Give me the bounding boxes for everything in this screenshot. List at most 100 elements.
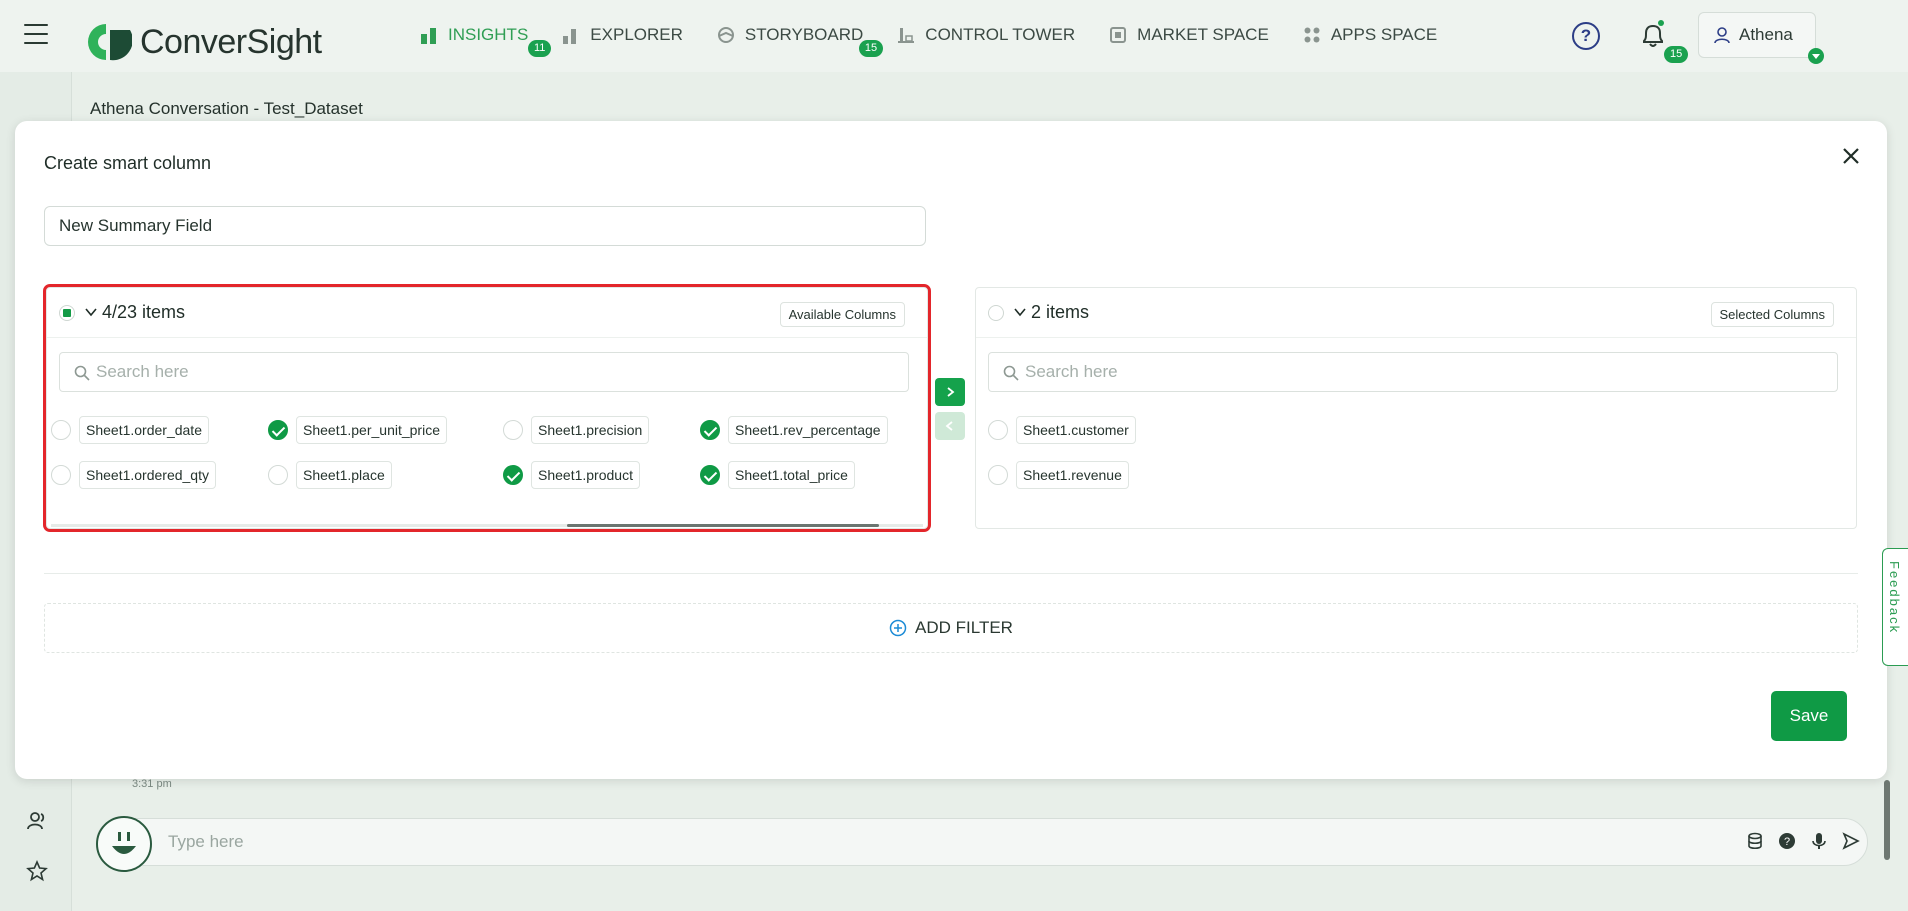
chat-input-placeholder[interactable]: Type here: [168, 832, 244, 852]
add-filter-label: ADD FILTER: [915, 618, 1013, 637]
column-checkbox[interactable]: [700, 465, 720, 485]
list-item[interactable]: Sheet1.customer: [988, 416, 1136, 444]
user-menu[interactable]: Athena: [1698, 12, 1824, 64]
column-chip: Sheet1.revenue: [1016, 461, 1129, 489]
selected-columns-header: 2 items Selected Columns: [976, 288, 1856, 338]
notification-badge: 15: [1664, 46, 1689, 63]
market-space-icon: [1110, 27, 1127, 43]
dialog-title: Create smart column: [44, 153, 212, 173]
help-icon[interactable]: ?: [1572, 22, 1600, 50]
available-count: 4/23 items: [102, 302, 186, 322]
notification-bell-icon[interactable]: [1640, 20, 1666, 50]
list-item[interactable]: Sheet1.rev_percentage: [700, 416, 888, 444]
column-chip: Sheet1.ordered_qty: [79, 461, 216, 489]
column-checkbox[interactable]: [503, 420, 523, 440]
smart-column-name-input[interactable]: [44, 206, 926, 246]
nav-insights-badge: 11: [528, 40, 552, 57]
nav-explorer[interactable]: EXPLORER: [562, 20, 683, 50]
user-icon: [1714, 27, 1730, 44]
available-columns-tag: Available Columns: [779, 302, 905, 327]
nav-control-tower-label: CONTROL TOWER: [925, 25, 1076, 44]
top-navigation-bar: ConverSight INSIGHTS 11 EXPLORER STORYBO…: [0, 0, 1908, 72]
column-chip: Sheet1.total_price: [728, 461, 855, 489]
list-item[interactable]: Sheet1.order_date: [51, 416, 209, 444]
nav-apps-space-label: APPS SPACE: [1330, 25, 1438, 44]
brand-logo[interactable]: ConverSight: [86, 20, 322, 64]
column-chip: Sheet1.product: [531, 461, 640, 489]
athena-avatar: [96, 816, 152, 872]
nav-explorer-label: EXPLORER: [590, 25, 683, 44]
chevron-down-icon[interactable]: [1014, 306, 1026, 318]
list-item[interactable]: Sheet1.revenue: [988, 461, 1129, 489]
storyboard-icon: [717, 27, 734, 43]
feedback-tab[interactable]: Feedback: [1882, 548, 1908, 666]
column-chip: Sheet1.rev_percentage: [728, 416, 888, 444]
add-filter-button[interactable]: ADD FILTER: [44, 603, 1858, 653]
nav-market-space-label: MARKET SPACE: [1137, 25, 1269, 44]
control-tower-icon: [898, 28, 915, 43]
nav-market-space[interactable]: MARKET SPACE: [1109, 20, 1269, 50]
nav-insights-label: INSIGHTS: [448, 25, 529, 44]
list-item[interactable]: Sheet1.product: [503, 461, 640, 489]
list-item[interactable]: Sheet1.per_unit_price: [268, 416, 447, 444]
column-checkbox[interactable]: [268, 465, 288, 485]
column-chip: Sheet1.precision: [531, 416, 650, 444]
microphone-icon[interactable]: [1810, 832, 1828, 850]
select-all-available-checkbox[interactable]: [59, 305, 75, 321]
apps-space-icon: [1304, 27, 1320, 43]
main-nav: INSIGHTS 11 EXPLORER STORYBOARD 15 CONTR…: [420, 20, 1471, 57]
chevron-right-icon: [947, 387, 955, 397]
plus-circle-icon: [889, 619, 907, 637]
column-chip: Sheet1.order_date: [79, 416, 209, 444]
database-icon[interactable]: [1746, 832, 1764, 850]
feedback-label: Feedback: [1887, 561, 1902, 635]
conversight-logo-icon: [88, 24, 132, 61]
list-item[interactable]: Sheet1.precision: [503, 416, 650, 444]
nav-storyboard-badge: 15: [858, 40, 884, 57]
page-scrollbar[interactable]: [1884, 780, 1890, 860]
list-item[interactable]: Sheet1.total_price: [700, 461, 855, 489]
list-item[interactable]: Sheet1.place: [268, 461, 392, 489]
select-all-selected-checkbox[interactable]: [988, 305, 1004, 321]
create-smart-column-dialog: Create smart column 4/23 items Available…: [15, 121, 1887, 779]
column-checkbox[interactable]: [700, 420, 720, 440]
available-columns-panel: 4/23 items Available Columns Sheet1.orde…: [43, 284, 931, 532]
column-checkbox[interactable]: [51, 420, 71, 440]
save-button[interactable]: Save: [1771, 691, 1847, 741]
selected-search-input[interactable]: [1025, 353, 1825, 391]
selected-search-box: [988, 352, 1838, 392]
conversation-title: Athena Conversation - Test_Dataset: [90, 99, 363, 118]
column-checkbox[interactable]: [268, 420, 288, 440]
user-dropdown-icon[interactable]: [1807, 47, 1825, 65]
star-icon[interactable]: [26, 860, 48, 882]
send-icon[interactable]: [1842, 832, 1860, 850]
nav-apps-space[interactable]: APPS SPACE: [1303, 20, 1437, 50]
menu-icon[interactable]: [24, 24, 48, 44]
users-icon[interactable]: [26, 810, 48, 832]
close-icon[interactable]: [1840, 145, 1862, 167]
available-search-box: [59, 352, 909, 392]
move-left-button[interactable]: [935, 412, 965, 440]
move-right-button[interactable]: [935, 378, 965, 406]
column-chip: Sheet1.customer: [1016, 416, 1136, 444]
available-search-input[interactable]: [96, 353, 896, 391]
available-columns-header: 4/23 items Available Columns: [47, 288, 927, 338]
user-name: Athena: [1739, 25, 1793, 44]
nav-storyboard[interactable]: STORYBOARD 15: [717, 20, 884, 57]
nav-control-tower[interactable]: CONTROL TOWER: [897, 20, 1075, 50]
list-item[interactable]: Sheet1.ordered_qty: [51, 461, 216, 489]
column-checkbox[interactable]: [503, 465, 523, 485]
horizontal-scrollbar[interactable]: [567, 524, 879, 527]
chevron-down-icon[interactable]: [85, 306, 97, 318]
column-checkbox[interactable]: [51, 465, 71, 485]
column-checkbox[interactable]: [988, 465, 1008, 485]
nav-insights[interactable]: INSIGHTS 11: [420, 20, 552, 57]
column-chip: Sheet1.per_unit_price: [296, 416, 447, 444]
column-checkbox[interactable]: [988, 420, 1008, 440]
column-chip: Sheet1.place: [296, 461, 392, 489]
selected-columns-tag: Selected Columns: [1710, 302, 1834, 327]
chat-input-bar[interactable]: [96, 818, 1868, 866]
chat-actions: ?: [1746, 832, 1860, 850]
selected-count: 2 items: [1031, 302, 1090, 322]
question-chat-icon[interactable]: ?: [1778, 832, 1796, 850]
